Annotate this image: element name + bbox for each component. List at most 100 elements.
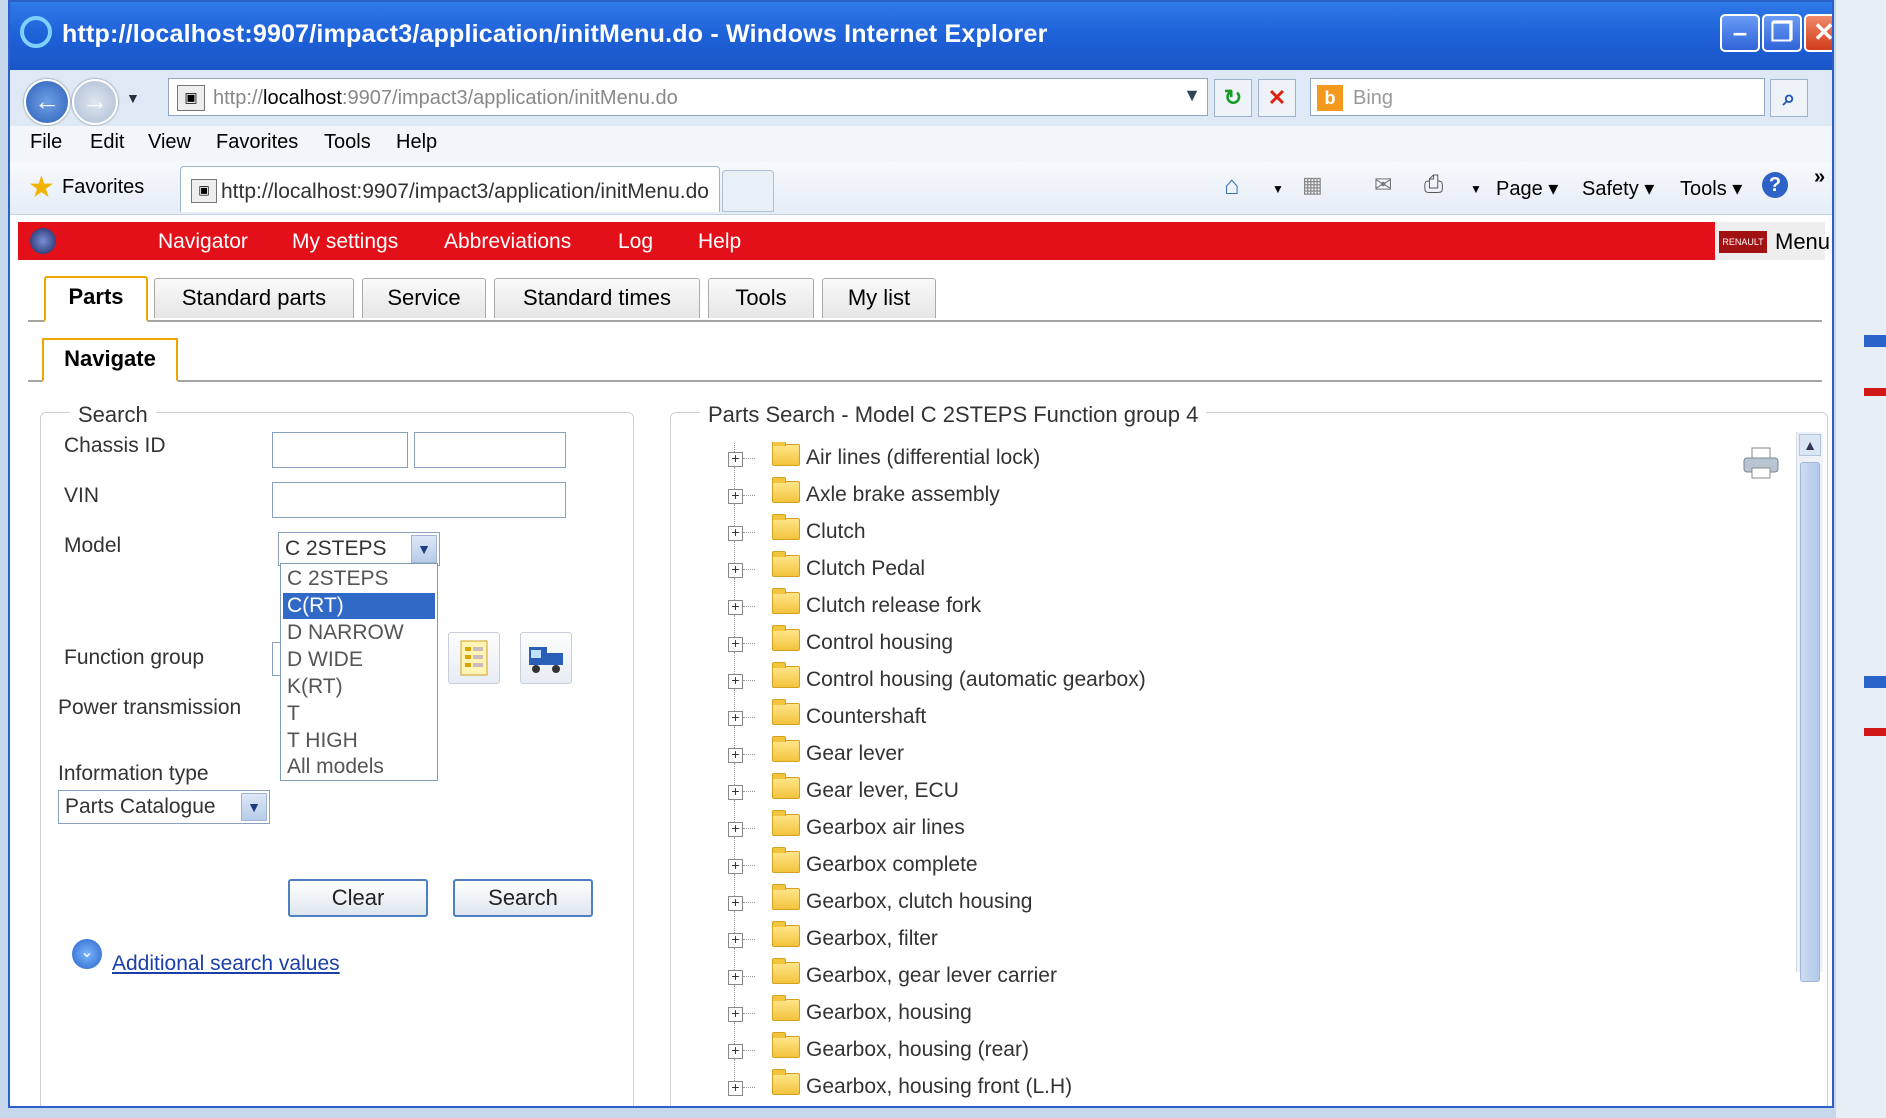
minimize-button[interactable]: – xyxy=(1720,14,1760,52)
tree-item-label[interactable]: Gear lever xyxy=(806,742,904,766)
expand-plus-icon[interactable]: + xyxy=(728,821,743,837)
tab-tools[interactable]: Tools xyxy=(708,278,814,318)
tree-item-label[interactable]: Gearbox complete xyxy=(806,853,978,877)
tree-item-label[interactable]: Control housing (automatic gearbox) xyxy=(806,668,1146,692)
tree-item-label[interactable]: Clutch release fork xyxy=(806,594,981,618)
tree-item-label[interactable]: Gearbox, housing xyxy=(806,1001,972,1025)
print-dropdown-icon[interactable]: ▼ xyxy=(1470,182,1482,196)
nav-abbreviations[interactable]: Abbreviations xyxy=(444,230,571,254)
feeds-icon[interactable]: ▦ xyxy=(1302,172,1323,198)
menu-view[interactable]: View xyxy=(148,131,191,154)
additional-search-values-link[interactable]: Additional search values xyxy=(112,952,340,976)
tree-item-label[interactable]: Gear lever, ECU xyxy=(806,779,959,803)
safety-menu[interactable]: Safety ▾ xyxy=(1582,176,1654,201)
tree-item-label[interactable]: Control housing xyxy=(806,631,953,655)
menu-help[interactable]: Help xyxy=(396,131,437,154)
model-option[interactable]: D NARROW xyxy=(283,620,435,646)
expand-plus-icon[interactable]: + xyxy=(728,1006,743,1022)
nav-navigator[interactable]: Navigator xyxy=(158,230,248,254)
chevron-more-icon[interactable]: » xyxy=(1814,166,1825,189)
search-icon[interactable]: ⌕ xyxy=(1770,79,1808,117)
expand-plus-icon[interactable]: + xyxy=(728,488,743,504)
tab-standard-parts[interactable]: Standard parts xyxy=(154,278,354,318)
page-menu[interactable]: Page ▾ xyxy=(1496,176,1558,201)
tree-item[interactable]: + Gearbox, housing xyxy=(700,985,1600,1033)
expand-plus-icon[interactable]: + xyxy=(728,525,743,541)
tree-item-label[interactable]: Clutch Pedal xyxy=(806,557,925,581)
expand-plus-icon[interactable]: + xyxy=(728,932,743,948)
model-option[interactable]: C 2STEPS xyxy=(283,566,435,592)
expand-plus-icon[interactable]: + xyxy=(728,895,743,911)
expand-plus-icon[interactable]: + xyxy=(728,1080,743,1096)
tab-navigate[interactable]: Navigate xyxy=(42,338,178,382)
tab-standard-times[interactable]: Standard times xyxy=(494,278,700,318)
tree-item-label[interactable]: Axle brake assembly xyxy=(806,483,1000,507)
stop-icon[interactable]: ✕ xyxy=(1258,79,1296,117)
tree-item[interactable]: + Clutch release fork xyxy=(700,578,1600,626)
chassis-id-number-field[interactable] xyxy=(414,432,566,468)
expand-plus-icon[interactable]: + xyxy=(728,451,743,467)
tree-item[interactable]: + Countershaft xyxy=(700,689,1600,737)
back-button[interactable]: ← xyxy=(24,79,70,125)
tree-item[interactable]: + Gearbox, clutch housing xyxy=(700,874,1600,922)
refresh-icon[interactable]: ↻ xyxy=(1214,79,1252,117)
model-option[interactable]: T xyxy=(283,701,435,727)
model-select[interactable]: C 2STEPS ▼ xyxy=(278,532,440,566)
model-option[interactable]: K(RT) xyxy=(283,674,435,700)
address-dropdown-icon[interactable]: ▼ xyxy=(1183,85,1201,106)
search-input[interactable]: b Bing xyxy=(1310,78,1765,116)
recent-pages-icon[interactable]: ▼ xyxy=(126,90,140,106)
menu-tools[interactable]: Tools xyxy=(324,131,371,154)
tree-item-label[interactable]: Countershaft xyxy=(806,705,926,729)
print-icon[interactable]: ⎙ xyxy=(1424,171,1443,199)
chassis-id-series-field[interactable] xyxy=(272,432,408,468)
model-option[interactable]: D WIDE xyxy=(283,647,435,673)
browser-tab[interactable]: ▣ http://localhost:9907/impact3/applicat… xyxy=(180,166,720,212)
expand-plus-icon[interactable]: + xyxy=(728,599,743,615)
tree-item-label[interactable]: Air lines (differential lock) xyxy=(806,446,1040,470)
tab-my-list[interactable]: My list xyxy=(822,278,936,318)
tools-menu[interactable]: Tools ▾ xyxy=(1680,176,1742,201)
nav-help[interactable]: Help xyxy=(698,230,741,254)
expand-plus-icon[interactable]: + xyxy=(728,673,743,689)
tree-item[interactable]: + Gearbox, housing (rear) xyxy=(700,1022,1600,1070)
scroll-up-icon[interactable]: ▲ xyxy=(1799,434,1821,456)
tree-item[interactable]: + Control housing xyxy=(700,615,1600,663)
chevron-down-icon[interactable]: ▼ xyxy=(411,535,437,563)
vehicle-lookup-button[interactable] xyxy=(520,632,572,684)
tree-item[interactable]: + Axle brake assembly xyxy=(700,467,1600,515)
tree-item-label[interactable]: Gearbox air lines xyxy=(806,816,965,840)
model-option[interactable]: All models xyxy=(283,754,435,780)
tree-item-label[interactable]: Gearbox, filter xyxy=(806,927,938,951)
nav-log[interactable]: Log xyxy=(618,230,653,254)
tree-item[interactable]: + Gearbox, housing front (L.H) xyxy=(700,1059,1600,1106)
favorites-star-icon[interactable]: ★ xyxy=(28,170,55,205)
tree-item[interactable]: + Air lines (differential lock) xyxy=(700,442,1600,478)
tree-item[interactable]: + Gear lever, ECU xyxy=(700,763,1600,811)
home-icon[interactable]: ⌂ xyxy=(1224,170,1240,201)
new-tab-button[interactable] xyxy=(722,170,774,212)
clear-button[interactable]: Clear xyxy=(288,879,428,917)
expand-down-icon[interactable]: ⌄ xyxy=(72,939,102,969)
tree-item-label[interactable]: Clutch xyxy=(806,520,866,544)
tree-item-label[interactable]: Gearbox, housing front (L.H) xyxy=(806,1075,1072,1099)
address-field[interactable]: ▣ http://localhost:9907/impact3/applicat… xyxy=(168,78,1208,116)
expand-plus-icon[interactable]: + xyxy=(728,747,743,763)
tab-parts[interactable]: Parts xyxy=(44,276,148,322)
expand-plus-icon[interactable]: + xyxy=(728,969,743,985)
tree-item[interactable]: + Control housing (automatic gearbox) xyxy=(700,652,1600,700)
tree-item-label[interactable]: Gearbox, housing (rear) xyxy=(806,1038,1029,1062)
model-option-highlighted[interactable]: C(RT) xyxy=(283,593,435,619)
maximize-button[interactable]: ❐ xyxy=(1762,14,1802,52)
nav-my-settings[interactable]: My settings xyxy=(292,230,398,254)
home-dropdown-icon[interactable]: ▼ xyxy=(1272,182,1284,196)
scrollbar-thumb[interactable] xyxy=(1800,462,1820,982)
close-button[interactable]: ✕ xyxy=(1804,14,1832,52)
menu-favorites[interactable]: Favorites xyxy=(216,131,298,154)
expand-plus-icon[interactable]: + xyxy=(728,636,743,652)
expand-plus-icon[interactable]: + xyxy=(728,858,743,874)
expand-plus-icon[interactable]: + xyxy=(728,710,743,726)
mail-icon[interactable]: ✉ xyxy=(1374,172,1392,198)
tree-item[interactable]: + Gearbox complete xyxy=(700,837,1600,885)
tree-item[interactable]: + Clutch Pedal xyxy=(700,541,1600,589)
